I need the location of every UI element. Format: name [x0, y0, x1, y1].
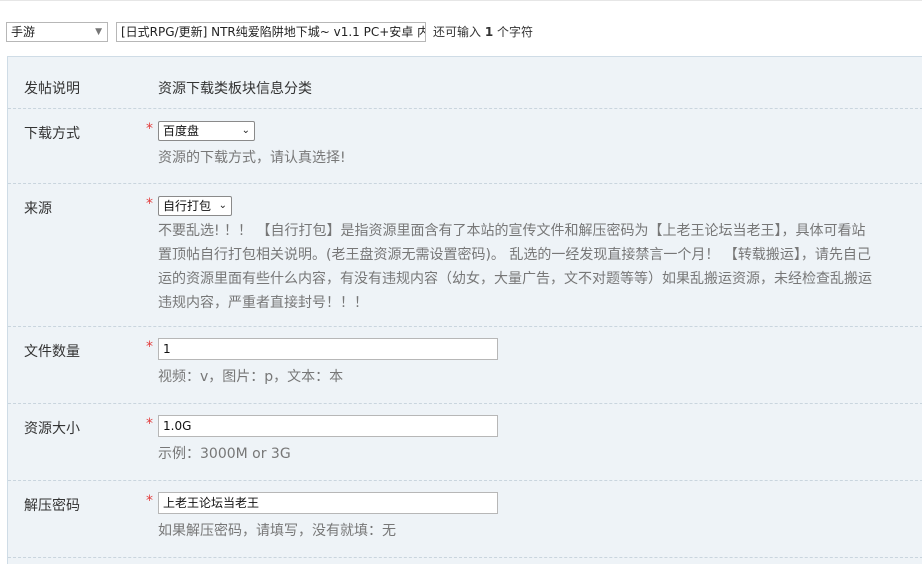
char-counter: 还可输入 1 个字符	[433, 22, 533, 42]
source-hint-line: 运的资源里面有些什么内容，有没有违规内容（幼女，大量广告，文不对题等等）如果乱搬…	[158, 271, 872, 287]
password-label: 解压密码	[24, 498, 80, 514]
title-input[interactable]: [日式RPG/更新] NTR纯爱陷阱地下城~ v1.1 PC+安卓 内i	[116, 22, 426, 42]
source-hint-line: 违规内容，严重者直接封号！！！	[158, 295, 368, 311]
top-divider	[0, 0, 922, 1]
required-mark: *	[146, 339, 153, 355]
download-method-value: 百度盘	[163, 124, 200, 138]
field-file-count: 文件数量 * 1 视频：v，图片：p，文本：本	[8, 327, 922, 404]
source-hint-line: 置顶帖自行打包相关说明。(老王盘资源无需设置密码)。 乱选的一经发现直接禁言一个…	[158, 247, 871, 263]
download-method-label: 下载方式	[24, 126, 80, 142]
password-hint: 如果解压密码，请填写，没有就填：无	[158, 523, 396, 539]
counter-prefix: 还可输入	[433, 25, 482, 39]
chevron-down-icon: ⌄	[241, 125, 250, 136]
chevron-down-icon: ⌄	[218, 200, 227, 211]
file-count-input[interactable]: 1	[158, 338, 498, 360]
resource-size-hint: 示例：3000M or 3G	[158, 446, 291, 462]
resource-size-input[interactable]: 1.0G	[158, 415, 498, 437]
post-info-text: 资源下载类板块信息分类	[158, 81, 312, 97]
counter-number: 1	[484, 25, 494, 39]
category-select[interactable]: 手游 ▼	[6, 22, 108, 42]
source-value: 自行打包	[163, 199, 212, 213]
source-label: 来源	[24, 201, 52, 217]
required-mark: *	[146, 196, 153, 212]
field-post-info: 发帖说明 资源下载类板块信息分类	[8, 57, 922, 109]
counter-suffix: 个字符	[497, 25, 534, 39]
download-method-hint: 资源的下载方式，请认真选择!	[158, 150, 346, 166]
resource-size-label: 资源大小	[24, 421, 80, 437]
required-mark: *	[146, 416, 153, 432]
source-select[interactable]: 自行打包 ⌄	[158, 196, 232, 216]
field-password: 解压密码 * 上老王论坛当老王 如果解压密码，请填写，没有就填：无	[8, 481, 922, 558]
file-count-label: 文件数量	[24, 344, 80, 360]
password-input[interactable]: 上老王论坛当老王	[158, 492, 498, 514]
title-row: 手游 ▼ [日式RPG/更新] NTR纯爱陷阱地下城~ v1.1 PC+安卓 内…	[0, 22, 922, 44]
chevron-down-icon: ▼	[95, 27, 102, 37]
category-select-value: 手游	[11, 25, 36, 39]
required-mark: *	[146, 121, 153, 137]
form-panel: 发帖说明 资源下载类板块信息分类 下载方式 * 百度盘 ⌄ 资源的下载方式，请认…	[7, 56, 922, 564]
source-hint-line: 不要乱选! ！！ 【自行打包】是指资源里面含有了本站的宣传文件和解压密码为【上老…	[158, 223, 866, 239]
field-resource-size: 资源大小 * 1.0G 示例：3000M or 3G	[8, 404, 922, 481]
source-hint: 不要乱选! ！！ 【自行打包】是指资源里面含有了本站的宣传文件和解压密码为【上老…	[158, 219, 922, 315]
post-info-label: 发帖说明	[24, 81, 80, 97]
field-download-method: 下载方式 * 百度盘 ⌄ 资源的下载方式，请认真选择!	[8, 109, 922, 184]
file-count-hint: 视频：v，图片：p，文本：本	[158, 369, 344, 385]
field-source: 来源 * 自行打包 ⌄ 不要乱选! ！！ 【自行打包】是指资源里面含有了本站的宣…	[8, 184, 922, 327]
required-mark: *	[146, 493, 153, 509]
download-method-select[interactable]: 百度盘 ⌄	[158, 121, 255, 141]
